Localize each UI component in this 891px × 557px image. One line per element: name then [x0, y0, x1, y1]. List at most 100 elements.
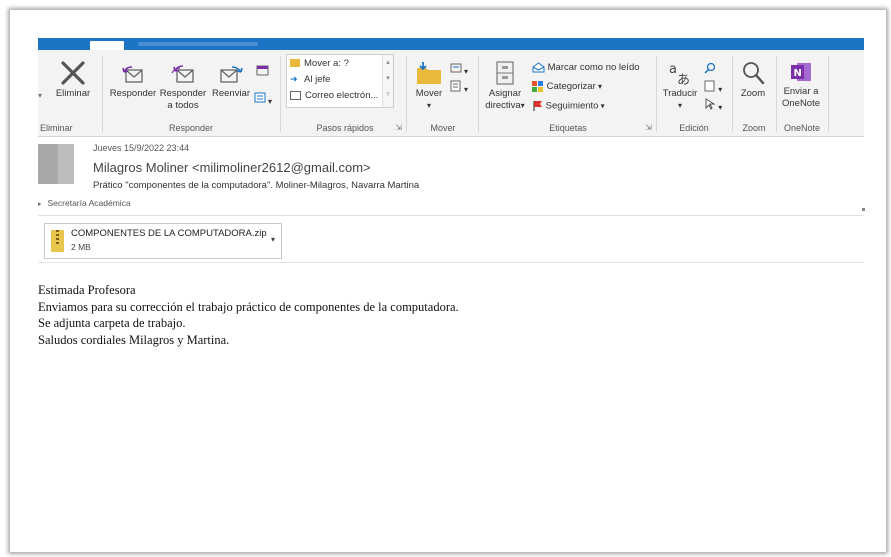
group-onenote-label: OneNote [783, 123, 821, 133]
zoom-button-label: Zoom [740, 88, 766, 99]
reply-all-label-line1: Responder [159, 88, 207, 99]
group-tags-label: Etiquetas [549, 123, 587, 133]
find-icon [704, 62, 716, 74]
svg-text:a: a [669, 62, 677, 77]
folder-icon [290, 59, 300, 68]
dialog-launcher-icon[interactable]: ⇲ [645, 123, 652, 132]
group-delete-label: Eliminar [40, 123, 73, 133]
group-separator [478, 56, 479, 132]
group-delete: Eliminar ▾ Eliminar [38, 50, 100, 136]
related-doc-icon [704, 80, 715, 92]
group-respond: Responder Responder a todos Reenviar ▾ R… [104, 50, 278, 136]
attachment-size: 2 MB [71, 242, 91, 252]
quick-step-move[interactable]: Mover a: ? [290, 58, 349, 69]
message-folder[interactable]: ▸ Secretaría Académica [38, 198, 131, 208]
group-move-label: Mover [430, 123, 456, 133]
send-to-onenote-button[interactable]: N Enviar a OneNote [778, 60, 824, 110]
forward-icon [220, 66, 243, 83]
reply-button[interactable]: Responder [108, 62, 158, 100]
assign-policy-button[interactable]: Asignar directiva▾ [482, 60, 528, 112]
group-separator [280, 56, 281, 132]
message-folder-label: Secretaría Académica [47, 198, 131, 208]
meeting-icon [256, 65, 269, 76]
attachment-card[interactable]: COMPONENTES DE LA COMPUTADORA.zip 2 MB ▾ [44, 223, 282, 259]
group-zoom: Zoom Zoom [734, 50, 774, 136]
divider [38, 215, 864, 216]
rules-icon [450, 63, 462, 73]
move-dropdown-caret: ▾ [426, 101, 431, 110]
envelope-open-icon [532, 62, 545, 73]
quick-step-boss-label: Al jefe [304, 74, 331, 85]
select-button[interactable]: ▾ [704, 98, 722, 114]
message-date: Jueves 15/9/2022 23:44 [93, 143, 190, 153]
move-button[interactable]: Mover ▾ [410, 60, 448, 112]
message-sender[interactable]: Milagros Moliner <milimoliner2612@gmail.… [93, 160, 371, 175]
onenote-label-line2: OneNote [781, 98, 821, 109]
more-respond-button[interactable]: ▾ [254, 92, 272, 108]
group-separator [776, 56, 777, 132]
forward-button[interactable]: Reenviar [208, 62, 254, 100]
svg-text:あ: あ [677, 73, 690, 86]
message-body: Estimada Profesora Enviamos para su corr… [38, 282, 864, 348]
reply-icon [122, 66, 143, 83]
title-bar-blurred-text [138, 42, 258, 46]
title-bar [38, 38, 864, 50]
categorize-button[interactable]: Categorizar ▾ [532, 81, 602, 93]
delete-button[interactable]: Eliminar [48, 60, 98, 100]
translate-icon: a あ [669, 62, 690, 86]
group-separator [732, 56, 733, 132]
zoom-button[interactable]: Zoom [734, 60, 772, 100]
message-subject: Prático "componentes de la computadora".… [93, 180, 420, 191]
reply-all-label-line2: a todos [167, 100, 199, 111]
group-edit: a あ Traducir ▾ ▾ ▾ Edición [658, 50, 730, 136]
ribbon: Eliminar ▾ Eliminar Responder Responder … [38, 50, 864, 137]
svg-text:N: N [794, 68, 802, 79]
quick-step-email-label: Correo electrón... [305, 90, 379, 101]
related-button[interactable]: ▾ [704, 80, 722, 96]
onenote-icon: N [791, 63, 811, 81]
group-edit-label: Edición [679, 123, 709, 133]
forward-button-label: Reenviar [211, 88, 251, 99]
delete-button-label: Eliminar [55, 88, 91, 99]
followup-button[interactable]: Seguimiento ▾ [532, 100, 605, 113]
policy-cabinet-icon [496, 61, 514, 85]
quick-step-boss[interactable]: ➜ Al jefe [290, 74, 330, 85]
reply-button-label: Responder [109, 88, 157, 99]
email-icon [290, 90, 301, 100]
quick-step-email[interactable]: Correo electrón... [290, 90, 378, 101]
group-separator [102, 56, 103, 132]
attachment-menu-chevron-icon[interactable]: ▾ [271, 235, 275, 244]
assign-policy-label-line2: directiva [485, 100, 521, 111]
actions-button[interactable]: ▾ [450, 80, 468, 96]
categorize-icon [532, 81, 543, 92]
avatar [38, 144, 74, 184]
forward-arrow-icon: ➜ [290, 74, 298, 84]
group-move: Mover ▾ ▾ ▾ Mover [410, 50, 476, 136]
dialog-launcher-icon[interactable]: ⇲ [395, 123, 402, 132]
mark-unread-button[interactable]: Marcar como no leído [532, 62, 640, 74]
find-button[interactable] [704, 62, 716, 78]
scroll-marker [862, 208, 865, 211]
group-zoom-label: Zoom [742, 123, 766, 133]
meeting-reply-button[interactable] [256, 64, 270, 80]
quick-steps-gallery: Mover a: ? ➜ Al jefe Correo electrón... ▴… [286, 54, 394, 108]
group-quick-steps-label: Pasos rápidos [316, 123, 374, 133]
reply-all-icon [171, 65, 194, 83]
quick-steps-scrollbar[interactable]: ▴ ▾ ▿ [382, 55, 393, 107]
group-tags: Asignar directiva▾ Marcar como no leído … [482, 50, 654, 136]
more-respond-icon [254, 92, 266, 103]
followup-label: Seguimiento [545, 100, 599, 112]
divider [38, 262, 864, 263]
reply-all-button[interactable]: Responder a todos [158, 62, 208, 112]
group-separator [406, 56, 407, 132]
rules-button[interactable]: ▾ [450, 62, 468, 78]
categorize-label: Categorizar [546, 81, 596, 93]
zip-file-icon [51, 230, 64, 252]
dropdown-caret[interactable]: ▾ [38, 90, 42, 102]
body-line: Enviamos para su corrección el trabajo p… [38, 299, 459, 314]
delete-x-icon [61, 61, 85, 85]
translate-button[interactable]: a あ Traducir ▾ [658, 60, 702, 112]
group-quick-steps: Mover a: ? ➜ Al jefe Correo electrón... ▴… [286, 50, 404, 136]
ribbon-tab-message[interactable] [90, 41, 124, 50]
body-line: Estimada Profesora [38, 283, 136, 297]
